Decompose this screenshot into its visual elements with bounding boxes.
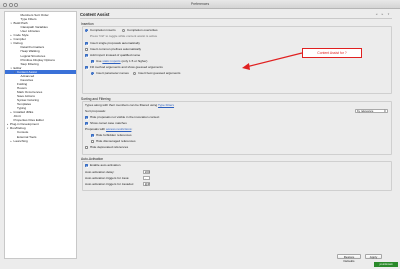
insert-param-names-radio[interactable] <box>91 72 94 75</box>
preferences-window: Preferences Members Sort Order Type Filte… <box>0 0 400 269</box>
delay-label: Auto activation delay: <box>85 170 115 174</box>
page-title: Content Assist <box>80 12 110 17</box>
completion-overwrites-label: Completion overwrites <box>127 28 158 32</box>
use-static-post: (only 1.5 or higher) <box>120 59 148 63</box>
apply-button[interactable]: Apply <box>365 254 382 259</box>
static-imports-link[interactable]: static imports <box>102 59 120 63</box>
insert-single-label: Insert single proposals automatically <box>90 41 140 45</box>
hide-not-visible-checkbox[interactable] <box>85 116 88 119</box>
fill-method-label: Fill method arguments and show guessed a… <box>90 65 163 69</box>
tree-item-label: Launching <box>13 138 28 143</box>
tree-item-label: Step Filtering <box>20 61 39 66</box>
show-camel-case-label: Show camel case matches <box>90 121 127 125</box>
java-triggers-label: Auto activation triggers for Java: <box>85 176 130 180</box>
annotation-arrow-icon <box>242 52 303 70</box>
type-filters-hint-text: Types along with their members can be fi… <box>85 103 159 107</box>
sort-proposals-label: Sort proposals: <box>85 109 106 113</box>
watermark: yourdomain <box>374 262 398 267</box>
access-restrictions-label: Proposals with access restrictions: <box>85 127 133 131</box>
hide-not-visible-label: Hide proposals not visible in the invoca… <box>90 115 160 119</box>
enable-auto-activation-checkbox[interactable] <box>85 164 88 167</box>
use-static-imports-label: Use static imports (only 1.5 or higher) <box>96 59 148 63</box>
tree-item[interactable]: ▸ Launching <box>11 139 28 143</box>
completion-overwrites-radio[interactable] <box>122 29 125 32</box>
javadoc-triggers-input[interactable]: @# <box>143 182 150 186</box>
javadoc-triggers-label: Auto activation triggers for Javadoc: <box>85 182 135 186</box>
completion-inserts-radio[interactable] <box>85 29 88 32</box>
restore-defaults-button[interactable]: Restore Defaults <box>337 254 361 263</box>
sort-proposals-value: by relevance <box>357 109 374 113</box>
hide-deprecated-label: Hide deprecated references <box>90 145 129 149</box>
add-import-checkbox[interactable] <box>85 54 88 57</box>
annotation-note: Content Assist for ? <box>302 48 362 58</box>
java-triggers-input[interactable]: . <box>143 176 150 180</box>
type-filters-link[interactable]: Type Filters <box>158 103 174 107</box>
title-bar: Preferences <box>0 0 400 9</box>
insert-common-checkbox[interactable] <box>85 48 88 51</box>
preferences-tree[interactable]: Members Sort Order Type Filters ▾ Build Pat… <box>4 11 77 259</box>
insert-common-label: Insert common prefixes automatically <box>90 47 142 51</box>
show-camel-case-checkbox[interactable] <box>85 122 88 125</box>
toggle-hint: Press 'Ctrl' to toggle while content ass… <box>90 34 158 38</box>
chevron-down-icon: ⇕ <box>383 109 386 113</box>
use-static-imports-checkbox[interactable] <box>91 60 94 63</box>
sort-proposals-select[interactable]: by relevance ⇕ <box>355 109 388 114</box>
hide-deprecated-checkbox[interactable] <box>85 146 88 149</box>
back-icon[interactable]: ◂ <box>374 12 379 16</box>
tree-item[interactable]: ▾ Content Assist <box>5 69 76 74</box>
menu-icon[interactable]: ▾ <box>386 12 391 16</box>
insert-param-names-label: Insert parameter names <box>96 71 129 75</box>
hide-forbidden-label: Hide forbidden references <box>96 133 132 137</box>
forward-icon[interactable]: ▸ <box>380 12 385 16</box>
enable-auto-activation-label: Enable auto activation <box>90 163 121 167</box>
proposals-pre: Proposals with <box>85 127 106 131</box>
header-divider <box>80 18 392 19</box>
type-filters-hint: Types along with their members can be fi… <box>85 103 174 107</box>
window-title: Preferences <box>190 2 210 7</box>
hide-forbidden-checkbox[interactable] <box>91 134 94 137</box>
hide-discouraged-label: Hide discouraged references <box>96 139 136 143</box>
delay-input[interactable]: 200 <box>143 170 150 174</box>
insert-single-checkbox[interactable] <box>85 42 88 45</box>
insert-best-guess-radio[interactable] <box>133 72 136 75</box>
fill-method-checkbox[interactable] <box>85 66 88 69</box>
hide-discouraged-checkbox[interactable] <box>91 140 94 143</box>
add-import-label: Add import instead of qualified name <box>90 53 141 57</box>
insert-best-guess-label: Insert best guessed arguments <box>138 71 181 75</box>
completion-inserts-label: Completion inserts <box>90 28 116 32</box>
proposals-post: : <box>131 127 133 131</box>
access-restrictions-link[interactable]: access restrictions <box>106 127 131 131</box>
